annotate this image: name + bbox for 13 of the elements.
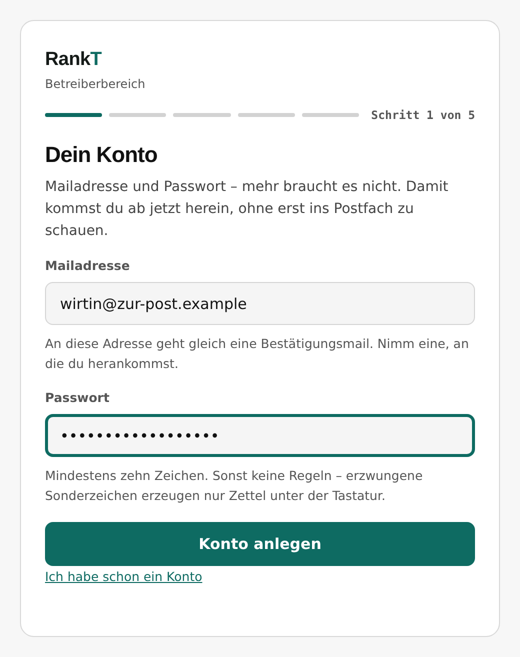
step-counter: Schritt 1 von 5 bbox=[371, 108, 476, 122]
input-field[interactable]: •••••••••••••••••• bbox=[45, 414, 475, 457]
brand-logo: RankT bbox=[45, 49, 103, 71]
brand-subtitle: Betreiberbereich bbox=[45, 77, 146, 91]
submit-button[interactable]: Konto anlegen bbox=[45, 522, 475, 566]
intro-text: Mailadresse und Passwort – mehr braucht es nicht. Damit kommst du ab jetzt herein, ohne erst ins Postfach zu schauen. bbox=[45, 178, 450, 241]
page-heading: Dein Konto bbox=[45, 142, 158, 168]
input-field[interactable]: wirtin@zur-post.example bbox=[45, 282, 475, 325]
field-label: Mailadresse bbox=[45, 258, 131, 273]
field-hint: An diese Adresse geht gleich eine Bestätigungsmail. Nimm eine, an die du herankommst. bbox=[45, 335, 470, 373]
login-link[interactable]: Ich habe schon ein Konto bbox=[45, 569, 202, 584]
field-hint: Mindestens zehn Zeichen. Sonst keine Regeln – erzwungene Sonderzeichen erzeugen nur Zettel unter der Tastatur. bbox=[45, 467, 424, 505]
field-label: Passwort bbox=[45, 390, 110, 405]
